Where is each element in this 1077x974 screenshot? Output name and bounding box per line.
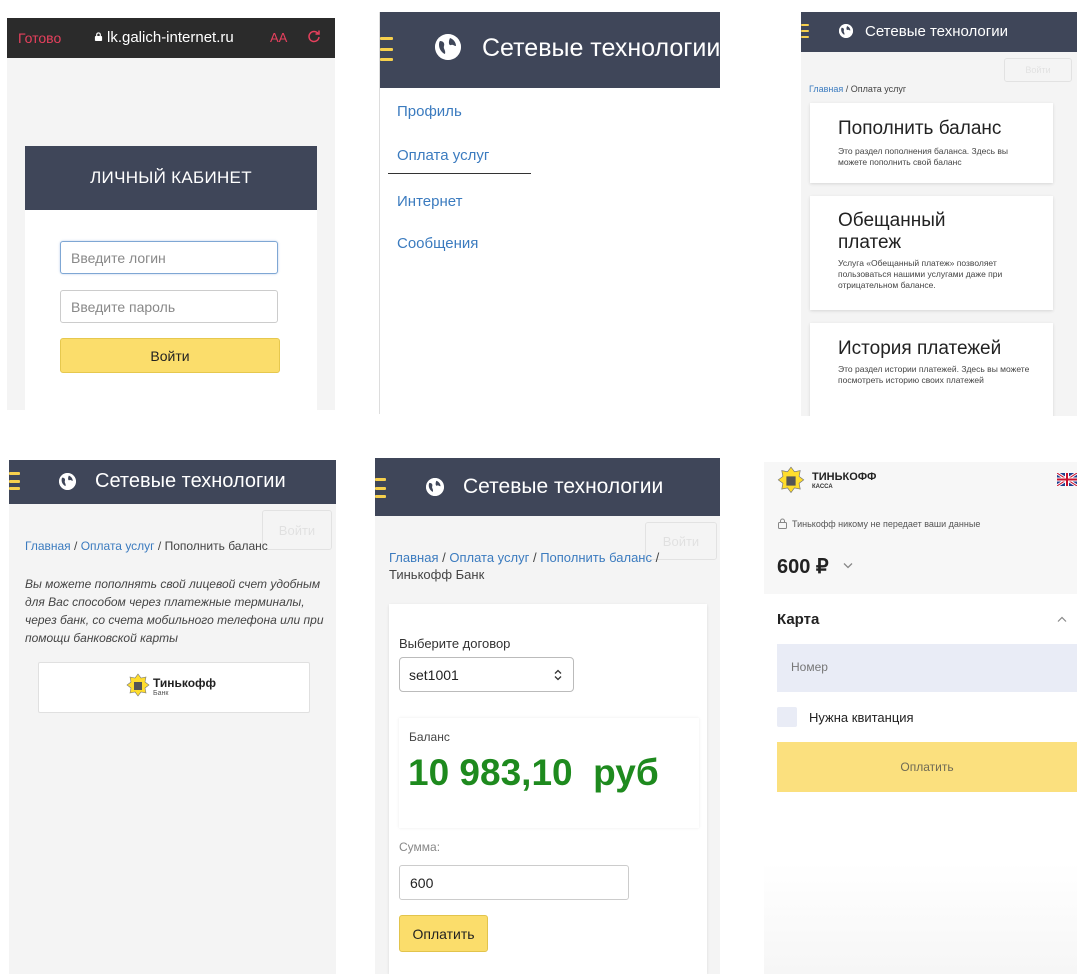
select-chevron-icon xyxy=(554,669,562,681)
lock-icon xyxy=(94,32,103,41)
balance-label: Баланс xyxy=(409,730,450,744)
uk-flag-icon[interactable] xyxy=(1057,473,1077,486)
brand-title[interactable]: Сетевые технологии xyxy=(95,470,286,493)
kassa-pay-button[interactable]: Оплатить xyxy=(777,742,1077,792)
privacy-note: Тинькофф никому не передает ваши данные xyxy=(792,519,981,529)
topup-screen: Сетевые технологии Войти Главная / Оплат… xyxy=(9,460,336,974)
breadcrumb: Главная / Оплата услуг / Пополнить балан… xyxy=(25,539,268,553)
breadcrumb: Главная / Оплата услуг / Пополнить балан… xyxy=(389,550,660,582)
menu-item-profile[interactable]: Профиль xyxy=(397,103,462,120)
brand-title[interactable]: Сетевые технологии xyxy=(463,475,663,499)
menu-divider xyxy=(388,173,531,174)
tinkoff-bank-option[interactable]: Тинькофф Банк xyxy=(38,662,310,713)
hamburger-icon[interactable] xyxy=(375,478,386,498)
navbar: Сетевые технологии xyxy=(375,458,720,516)
menu-item-payments[interactable]: Оплата услуг xyxy=(397,147,489,164)
menu-item-messages[interactable]: Сообщения xyxy=(397,235,478,252)
payment-form: Выберите договор set1001 Баланс 10 983,1… xyxy=(389,604,707,974)
globe-icon xyxy=(426,478,444,496)
breadcrumb: Главная / Оплата услуг xyxy=(809,84,907,94)
topup-card[interactable]: Пополнить баланс Это раздел пополнения б… xyxy=(810,103,1053,183)
hamburger-icon[interactable] xyxy=(380,37,393,61)
navbar: Сетевые технологии xyxy=(380,12,720,88)
breadcrumb-subsection[interactable]: Пополнить баланс xyxy=(540,550,652,565)
tinkoff-kassa-screen: ТИНЬКОФФ КАССА Тинькофф никому не переда… xyxy=(764,462,1077,974)
hamburger-icon[interactable] xyxy=(801,24,809,38)
card-description: Это раздел пополнения баланса. Здесь вы … xyxy=(838,146,1009,167)
brand-title[interactable]: Сетевые технологии xyxy=(865,23,1008,40)
menu-screen: Сетевые технологии Профиль Оплата услуг … xyxy=(379,12,720,414)
card-title: Обещанный платеж xyxy=(838,210,946,253)
amount-label: Сумма: xyxy=(399,840,441,854)
breadcrumb-current: Тинькофф Банк xyxy=(389,567,485,582)
login-button[interactable]: Войти xyxy=(262,510,332,550)
text-size-button[interactable]: AA xyxy=(270,30,287,45)
promised-payment-card[interactable]: Обещанный платеж Услуга «Обещанный плате… xyxy=(810,196,1053,310)
contract-label: Выберите договор xyxy=(399,636,511,651)
login-button[interactable]: Войти xyxy=(60,338,280,373)
hamburger-icon[interactable] xyxy=(9,472,20,490)
brand-title[interactable]: Сетевые технологии xyxy=(482,34,720,63)
card-description: Услуга «Обещанный платеж» позволяет поль… xyxy=(838,258,1003,290)
receipt-checkbox[interactable] xyxy=(777,707,797,727)
url-text[interactable]: lk.galich-internet.ru xyxy=(107,29,234,46)
payment-history-card[interactable]: История платежей Это раздел истории плат… xyxy=(810,323,1053,416)
card-section-title: Карта xyxy=(777,611,820,628)
breadcrumb-section[interactable]: Оплата услуг xyxy=(81,539,155,553)
kassa-brand: ТИНЬКОФФ xyxy=(812,471,877,483)
card-title: История платежей xyxy=(838,338,1002,359)
login-form: Войти xyxy=(25,210,317,410)
navbar: Сетевые технологии xyxy=(801,12,1077,52)
breadcrumb-current: Оплата услуг xyxy=(850,84,907,94)
globe-icon xyxy=(435,34,461,60)
login-header: ЛИЧНЫЙ КАБИНЕТ xyxy=(25,146,317,210)
reload-icon[interactable] xyxy=(307,29,321,43)
payment-amount[interactable]: 600 ₽ xyxy=(777,554,829,579)
menu-item-internet[interactable]: Интернет xyxy=(397,193,462,210)
breadcrumb-current: Пополнить баланс xyxy=(164,539,268,553)
balance-value: 10 983,10 руб xyxy=(408,752,659,793)
done-button[interactable]: Готово xyxy=(18,30,61,46)
password-input[interactable] xyxy=(60,290,278,323)
breadcrumb-home[interactable]: Главная xyxy=(25,539,71,553)
amount-input[interactable] xyxy=(399,865,629,900)
footer-fade xyxy=(764,862,1077,974)
navbar: Сетевые технологии xyxy=(9,460,336,504)
browser-bar: Готово lk.galich-internet.ru AA xyxy=(7,18,335,58)
chevron-up-icon[interactable] xyxy=(1057,616,1067,623)
card-description: Это раздел истории платежей. Здесь вы мо… xyxy=(838,364,1030,385)
tinkoff-logo-icon xyxy=(126,673,150,697)
contract-value: set1001 xyxy=(409,667,459,683)
card-number-input[interactable]: Номер xyxy=(777,644,1077,692)
globe-icon xyxy=(59,473,76,490)
pay-button[interactable]: Оплатить xyxy=(399,915,488,952)
breadcrumb-home[interactable]: Главная xyxy=(809,84,843,94)
receipt-label[interactable]: Нужна квитанция xyxy=(809,710,914,725)
bank-name: Тинькофф xyxy=(153,676,217,690)
login-screen: Готово lk.galich-internet.ru AA ЛИЧНЫЙ К… xyxy=(7,18,335,410)
chevron-down-icon[interactable] xyxy=(843,562,853,569)
login-input[interactable] xyxy=(60,241,278,274)
login-button[interactable]: Войти xyxy=(1004,58,1072,82)
kassa-brand-sub: КАССА xyxy=(812,484,833,490)
services-screen: Сетевые технологии Войти Главная / Оплат… xyxy=(801,12,1077,416)
tinkoff-logo-icon xyxy=(777,466,805,494)
contract-select[interactable]: set1001 xyxy=(399,657,574,692)
bank-subtitle: Банк xyxy=(153,690,169,697)
card-title: Пополнить баланс xyxy=(838,118,1002,139)
breadcrumb-section[interactable]: Оплата услуг xyxy=(449,550,529,565)
balance-box: Баланс 10 983,10 руб xyxy=(399,718,699,828)
lock-icon xyxy=(778,518,787,529)
card-number-placeholder: Номер xyxy=(791,660,828,674)
breadcrumb-home[interactable]: Главная xyxy=(389,550,438,565)
intro-text: Вы можете пополнять свой лицевой счет уд… xyxy=(25,577,324,645)
tinkoff-payment-screen: Сетевые технологии Войти Главная / Оплат… xyxy=(375,458,720,974)
globe-icon xyxy=(839,24,853,38)
